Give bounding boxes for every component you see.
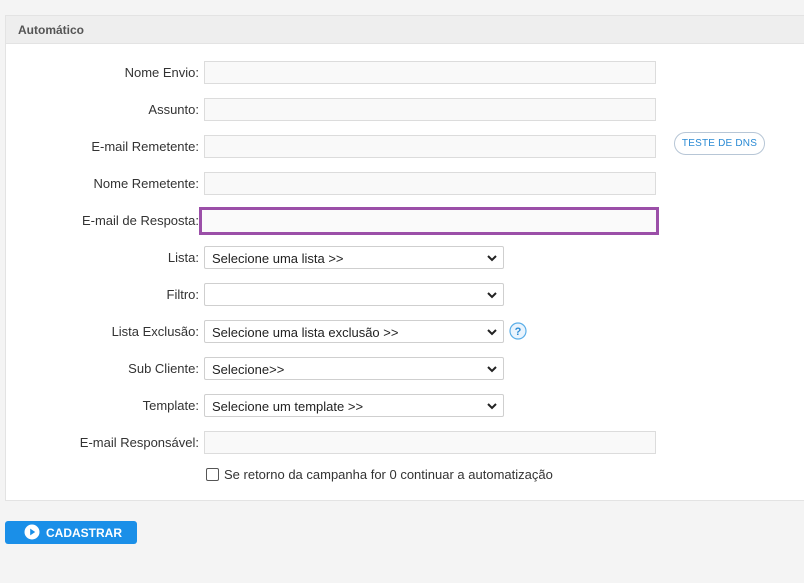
email-resposta-input[interactable] <box>199 207 659 235</box>
row-email-remetente: E-mail Remetente: TESTE DE DNS <box>6 132 804 158</box>
row-filtro: Filtro: <box>6 283 804 306</box>
lista-exclusao-label: Lista Exclusão: <box>111 324 199 339</box>
row-sub-cliente: Sub Cliente: Selecione>> <box>6 357 804 380</box>
nome-envio-label: Nome Envio: <box>124 65 199 80</box>
lista-label: Lista: <box>167 250 199 265</box>
continuar-checkbox-label[interactable]: Se retorno da campanha for 0 continuar a… <box>224 467 553 482</box>
lista-exclusao-select[interactable]: Selecione uma lista exclusão >> <box>204 320 504 343</box>
chevron-down-icon <box>487 255 497 262</box>
nome-envio-input[interactable] <box>204 61 656 84</box>
row-email-resposta: E-mail de Resposta: <box>6 207 804 235</box>
filtro-label: Filtro: <box>166 287 200 302</box>
nome-remetente-input[interactable] <box>204 172 656 195</box>
assunto-input[interactable] <box>204 98 656 121</box>
template-selected-value: Selecione um template >> <box>212 399 364 414</box>
chevron-down-icon <box>487 329 497 336</box>
lista-select[interactable]: Selecione uma lista >> <box>204 246 504 269</box>
row-email-responsavel: E-mail Responsável: <box>6 431 804 454</box>
lista-exclusao-selected-value: Selecione uma lista exclusão >> <box>212 325 399 340</box>
row-lista-exclusao: Lista Exclusão: Selecione uma lista excl… <box>6 320 804 343</box>
filtro-select[interactable] <box>204 283 504 306</box>
row-template: Template: Selecione um template >> <box>6 394 804 417</box>
email-remetente-label: E-mail Remetente: <box>91 139 199 154</box>
template-select[interactable]: Selecione um template >> <box>204 394 504 417</box>
email-responsavel-label: E-mail Responsável: <box>79 435 199 450</box>
cadastrar-label: CADASTRAR <box>46 526 122 540</box>
row-assunto: Assunto: <box>6 98 804 121</box>
help-icon[interactable]: ? <box>509 322 527 340</box>
teste-dns-button[interactable]: TESTE DE DNS <box>674 132 765 155</box>
sub-cliente-select[interactable]: Selecione>> <box>204 357 504 380</box>
row-nome-envio: Nome Envio: <box>6 61 804 84</box>
chevron-down-icon <box>487 403 497 410</box>
nome-remetente-label: Nome Remetente: <box>93 176 200 191</box>
lista-selected-value: Selecione uma lista >> <box>212 251 344 266</box>
panel-title: Automático <box>6 16 804 44</box>
chevron-down-icon <box>487 292 497 299</box>
assunto-label: Assunto: <box>148 102 199 117</box>
continuar-checkbox[interactable] <box>206 468 219 481</box>
play-icon <box>24 524 40 540</box>
template-label: Template: <box>142 398 199 413</box>
automatico-panel: Automático Nome Envio: Assunto: E-mail R… <box>5 15 804 501</box>
row-nome-remetente: Nome Remetente: <box>6 172 804 195</box>
chevron-down-icon <box>487 366 497 373</box>
email-resposta-label: E-mail de Resposta: <box>81 213 199 228</box>
row-lista: Lista: Selecione uma lista >> <box>6 246 804 269</box>
svg-text:?: ? <box>515 326 522 338</box>
sub-cliente-label: Sub Cliente: <box>128 361 199 376</box>
cadastrar-button[interactable]: CADASTRAR <box>5 521 137 544</box>
email-remetente-input[interactable] <box>204 135 656 158</box>
email-responsavel-input[interactable] <box>204 431 656 454</box>
sub-cliente-selected-value: Selecione>> <box>212 362 285 377</box>
